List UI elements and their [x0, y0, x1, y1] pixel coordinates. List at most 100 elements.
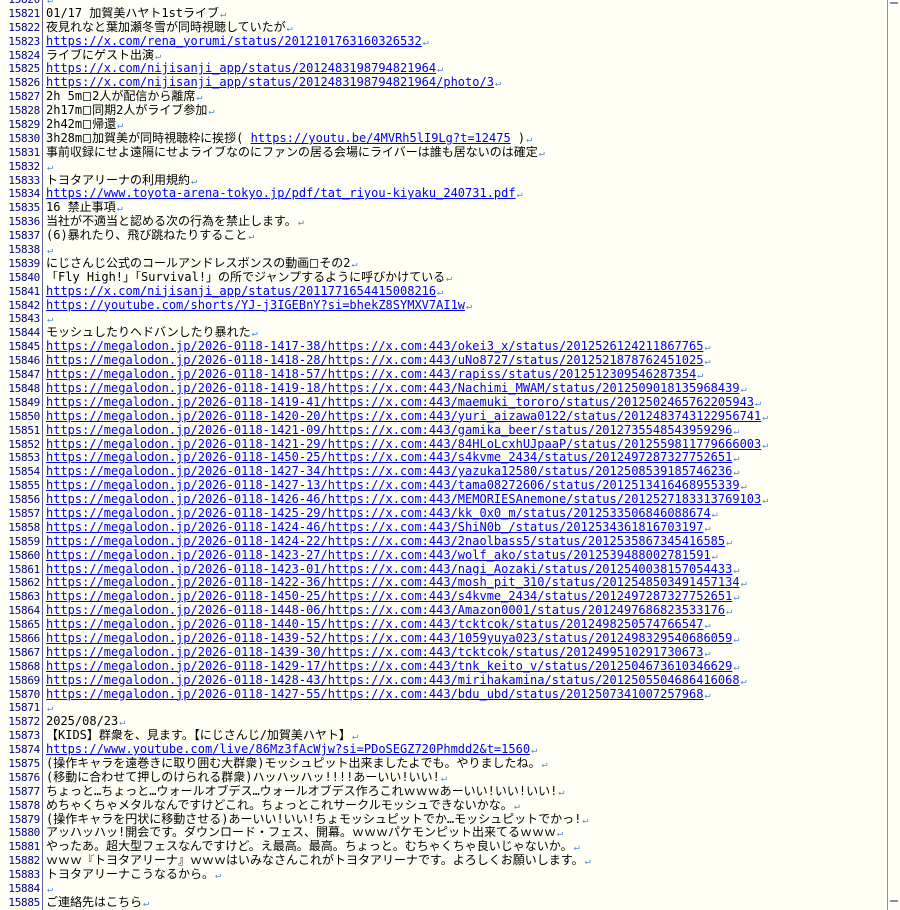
- url-link[interactable]: https://www.toyota-arena-tokyo.jp/pdf/ta…: [46, 187, 516, 200]
- editor-line[interactable]: 15861 https://megalodon.jp/2026-0118-1423…: [0, 563, 887, 577]
- url-link[interactable]: https://megalodon.jp/2026-0118-1418-57/h…: [46, 368, 696, 381]
- line-text[interactable]: 【KIDS】群衆を、見ます。【にじさんじ/加賀美ハヤト】↵: [46, 729, 887, 744]
- line-text[interactable]: トヨタアリーナの利用規約↵: [46, 174, 887, 189]
- line-text[interactable]: https://megalodon.jp/2026-0118-1427-13/h…: [46, 479, 887, 494]
- editor-line[interactable]: 15883 トヨタアリーナこうなるから。↵: [0, 868, 887, 882]
- editor-line[interactable]: 15837 (6)暴れたり、飛び跳ねたりすること↵: [0, 229, 887, 243]
- url-link[interactable]: https://megalodon.jp/2026-0118-1425-29/h…: [46, 507, 711, 520]
- editor-line[interactable]: 15852 https://megalodon.jp/2026-0118-1421…: [0, 438, 887, 452]
- url-link[interactable]: https://megalodon.jp/2026-0118-1423-01/h…: [46, 563, 732, 576]
- editor-line[interactable]: 15875 (操作キャラを遠巻きに取り囲む大群衆)モッシュピット出来ましたよでも。…: [0, 757, 887, 771]
- url-link[interactable]: https://megalodon.jp/2026-0118-1427-34/h…: [46, 465, 732, 478]
- url-link[interactable]: https://megalodon.jp/2026-0118-1440-15/h…: [46, 618, 703, 631]
- line-text[interactable]: https://megalodon.jp/2026-0118-1427-34/h…: [46, 465, 887, 480]
- line-text[interactable]: 2h 5m 2人が配信から離席↵: [46, 90, 887, 105]
- editor-line[interactable]: 15879 (操作キャラを円状に移動させる)あーいい!いい!ちょモッシュピットでか…: [0, 813, 887, 827]
- line-text[interactable]: https://x.com/nijisanji_app/status/20124…: [46, 76, 887, 91]
- editor-line[interactable]: 15842 https://youtube.com/shorts/YJ-j3IGE…: [0, 299, 887, 313]
- editor-line[interactable]: 15836 当社が不適当と認める次の行為を禁止します。↵: [0, 215, 887, 229]
- line-text[interactable]: モッシュしたりヘドバンしたり暴れた↵: [46, 326, 887, 341]
- line-text[interactable]: (操作キャラを遠巻きに取り囲む大群衆)モッシュピット出来ましたよでも。やりました…: [46, 757, 887, 772]
- url-link[interactable]: https://megalodon.jp/2026-0118-1427-55/h…: [46, 688, 703, 701]
- line-text[interactable]: 夜見れなと葉加瀬冬雪が同時視聴していたが↵: [46, 21, 887, 36]
- line-text[interactable]: 16 禁止事項↵: [46, 201, 887, 216]
- line-text[interactable]: https://megalodon.jp/2026-0118-1424-22/h…: [46, 535, 887, 550]
- url-link[interactable]: https://youtu.be/4MVRh5lI9Lg?t=12475: [251, 132, 511, 145]
- editor-line[interactable]: 15823 https://x.com/rena_yorumi/status/20…: [0, 35, 887, 49]
- editor-line[interactable]: 15820 ↵: [0, 0, 887, 7]
- line-text[interactable]: 事前収録にせよ遠隔にせよライブなのにファンの居る会場にライバーは誰も居ないのは確…: [46, 146, 887, 161]
- editor-line[interactable]: 15873 【KIDS】群衆を、見ます。【にじさんじ/加賀美ハヤト】↵: [0, 729, 887, 743]
- line-text[interactable]: https://megalodon.jp/2026-0118-1426-46/h…: [46, 493, 887, 508]
- editor-line[interactable]: 15885 ご連絡先はこちら↵: [0, 896, 887, 910]
- editor-line[interactable]: 15834 https://www.toyota-arena-tokyo.jp/p…: [0, 187, 887, 201]
- editor-line[interactable]: 15859 https://megalodon.jp/2026-0118-1424…: [0, 535, 887, 549]
- editor-line[interactable]: 15833 トヨタアリーナの利用規約↵: [0, 174, 887, 188]
- editor-line[interactable]: 15849 https://megalodon.jp/2026-0118-1419…: [0, 396, 887, 410]
- url-link[interactable]: https://megalodon.jp/2026-0118-1450-25/h…: [46, 590, 732, 603]
- editor-line[interactable]: 15860 https://megalodon.jp/2026-0118-1423…: [0, 549, 887, 563]
- line-text[interactable]: https://megalodon.jp/2026-0118-1417-38/h…: [46, 340, 887, 355]
- url-link[interactable]: https://megalodon.jp/2026-0118-1419-41/h…: [46, 396, 754, 409]
- url-link[interactable]: https://megalodon.jp/2026-0118-1421-29/h…: [46, 438, 761, 451]
- editor-line[interactable]: 15830 3h28m 加賀美が同時視聴枠に挨拶( https://youtu.be…: [0, 132, 887, 146]
- url-link[interactable]: https://megalodon.jp/2026-0118-1418-28/h…: [46, 354, 703, 367]
- line-text[interactable]: (移動に合わせて押しのけられる群衆)ハッハッハッ!!!!あーいい!いい!↵: [46, 771, 887, 786]
- editor-line[interactable]: 15847 https://megalodon.jp/2026-0118-1418…: [0, 368, 887, 382]
- url-link[interactable]: https://megalodon.jp/2026-0118-1427-13/h…: [46, 479, 740, 492]
- line-text[interactable]: 「Fly High!」「Survival!」の所でジャンプするように呼びかけてい…: [46, 271, 887, 286]
- editor-line[interactable]: 15845 https://megalodon.jp/2026-0118-1417…: [0, 340, 887, 354]
- editor-line[interactable]: 15853 https://megalodon.jp/2026-0118-1450…: [0, 451, 887, 465]
- line-text[interactable]: アッハッハッ!開会です。ダウンロード・フェス、開幕。ｗｗｗパケモンピット出来てる…: [46, 826, 887, 841]
- url-link[interactable]: https://megalodon.jp/2026-0118-1419-18/h…: [46, 382, 740, 395]
- url-link[interactable]: https://megalodon.jp/2026-0118-1439-30/h…: [46, 646, 703, 659]
- line-text[interactable]: https://youtube.com/shorts/YJ-j3IGEBnY?s…: [46, 299, 887, 314]
- url-link[interactable]: https://megalodon.jp/2026-0118-1428-43/h…: [46, 674, 740, 687]
- line-text[interactable]: https://x.com/rena_yorumi/status/2012101…: [46, 35, 887, 50]
- editor-line[interactable]: 15862 https://megalodon.jp/2026-0118-1422…: [0, 576, 887, 590]
- editor-line[interactable]: 15856 https://megalodon.jp/2026-0118-1426…: [0, 493, 887, 507]
- line-text[interactable]: ↵: [46, 243, 887, 258]
- editor-line[interactable]: 15838 ↵: [0, 243, 887, 257]
- url-link[interactable]: https://megalodon.jp/2026-0118-1424-22/h…: [46, 535, 725, 548]
- line-text[interactable]: https://megalodon.jp/2026-0118-1450-25/h…: [46, 451, 887, 466]
- editor-line[interactable]: 15832 ↵: [0, 160, 887, 174]
- editor-line[interactable]: 15839 にじさんじ公式のコールアンドレスポンスの動画 その2↵: [0, 257, 887, 271]
- line-text[interactable]: ご連絡先はこちら↵: [46, 896, 887, 910]
- editor-line[interactable]: 15831 事前収録にせよ遠隔にせよライブなのにファンの居る会場にライバーは誰も居…: [0, 146, 887, 160]
- line-text[interactable]: (操作キャラを円状に移動させる)あーいい!いい!ちょモッシュピットでか…モッシュ…: [46, 813, 887, 828]
- url-link[interactable]: https://x.com/rena_yorumi/status/2012101…: [46, 35, 422, 48]
- editor-line[interactable]: 15821 01/17 加賀美ハヤト1stライブ↵: [0, 7, 887, 21]
- editor-line[interactable]: 15870 https://megalodon.jp/2026-0118-1427…: [0, 688, 887, 702]
- line-text[interactable]: ｗｗｗ『トヨタアリーナ』ｗｗｗはいみなさんこれがトヨタアリーナです。よろしくお願…: [46, 854, 887, 869]
- line-text[interactable]: https://megalodon.jp/2026-0118-1439-52/h…: [46, 632, 887, 647]
- url-link[interactable]: https://megalodon.jp/2026-0118-1426-46/h…: [46, 493, 761, 506]
- editor-line[interactable]: 15850 https://megalodon.jp/2026-0118-1420…: [0, 410, 887, 424]
- line-text[interactable]: https://megalodon.jp/2026-0118-1427-55/h…: [46, 688, 887, 703]
- url-link[interactable]: https://megalodon.jp/2026-0118-1450-25/h…: [46, 451, 732, 464]
- line-text[interactable]: 01/17 加賀美ハヤト1stライブ↵: [46, 7, 887, 22]
- editor-line[interactable]: 15844 モッシュしたりヘドバンしたり暴れた↵: [0, 326, 887, 340]
- url-link[interactable]: https://megalodon.jp/2026-0118-1424-46/h…: [46, 521, 703, 534]
- line-text[interactable]: https://megalodon.jp/2026-0118-1418-28/h…: [46, 354, 887, 369]
- line-text[interactable]: (6)暴れたり、飛び跳ねたりすること↵: [46, 229, 887, 244]
- line-text[interactable]: https://megalodon.jp/2026-0118-1422-36/h…: [46, 576, 887, 591]
- line-text[interactable]: めちゃくちゃメタルなんですけどこれ。ちょっとこれサークルモッシュできないかな。↵: [46, 799, 887, 814]
- editor-line[interactable]: 15854 https://megalodon.jp/2026-0118-1427…: [0, 465, 887, 479]
- editor-line[interactable]: 15858 https://megalodon.jp/2026-0118-1424…: [0, 521, 887, 535]
- vertical-scrollbar[interactable]: [887, 0, 900, 910]
- url-link[interactable]: https://megalodon.jp/2026-0118-1439-52/h…: [46, 632, 732, 645]
- line-text[interactable]: https://megalodon.jp/2026-0118-1423-27/h…: [46, 549, 887, 564]
- line-text[interactable]: https://megalodon.jp/2026-0118-1448-06/h…: [46, 604, 887, 619]
- line-text[interactable]: https://megalodon.jp/2026-0118-1419-18/h…: [46, 382, 887, 397]
- line-text[interactable]: https://megalodon.jp/2026-0118-1439-30/h…: [46, 646, 887, 661]
- line-text[interactable]: https://www.youtube.com/live/86Mz3fAcWjw…: [46, 743, 887, 758]
- line-text[interactable]: やったあ。超大型フェスなんですけど。え最高。最高。ちょっと。むちゃくちゃ良いじゃ…: [46, 840, 887, 855]
- editor-line[interactable]: 15869 https://megalodon.jp/2026-0118-1428…: [0, 674, 887, 688]
- editor-line[interactable]: 15835 16 禁止事項↵: [0, 201, 887, 215]
- editor-line[interactable]: 15848 https://megalodon.jp/2026-0118-1419…: [0, 382, 887, 396]
- line-text[interactable]: ↵: [46, 160, 887, 175]
- editor-line[interactable]: 15826 https://x.com/nijisanji_app/status/…: [0, 76, 887, 90]
- url-link[interactable]: https://megalodon.jp/2026-0118-1421-09/h…: [46, 424, 732, 437]
- editor-line[interactable]: 15868 https://megalodon.jp/2026-0118-1429…: [0, 660, 887, 674]
